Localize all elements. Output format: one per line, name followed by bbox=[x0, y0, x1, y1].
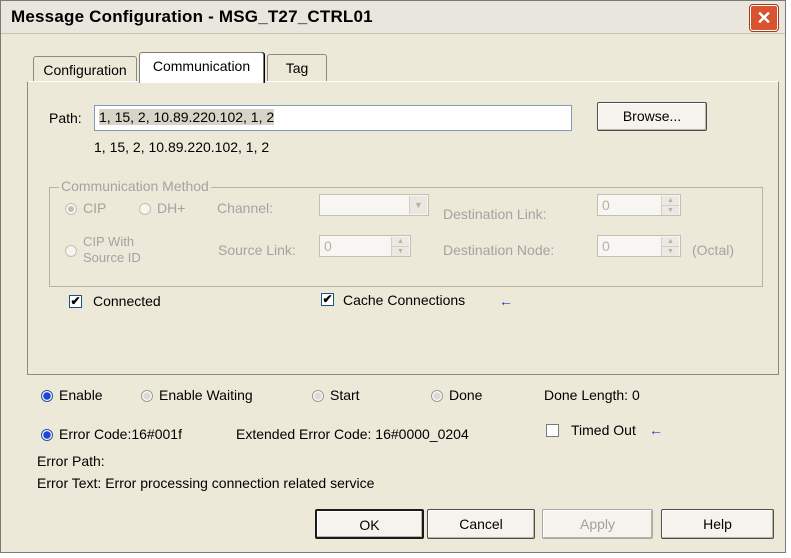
tab-label: Communication bbox=[152, 58, 251, 74]
cip-with-source-id-radio[interactable] bbox=[65, 245, 77, 257]
spin-up-icon[interactable]: ▲ bbox=[662, 196, 679, 206]
enable-waiting-status-indicator bbox=[141, 390, 153, 402]
dhplus-label: DH+ bbox=[157, 200, 186, 216]
arrow-left-icon: ← bbox=[499, 293, 513, 309]
connected-label: Connected bbox=[93, 293, 161, 309]
destination-link-label: Destination Link: bbox=[443, 206, 547, 222]
title-bar[interactable]: Message Configuration - MSG_T27_CTRL01 ✕ bbox=[1, 1, 785, 34]
path-label: Path: bbox=[49, 110, 82, 126]
destination-link-value: 0 bbox=[602, 197, 610, 213]
cip-radio[interactable] bbox=[65, 203, 77, 215]
cache-connections-label: Cache Connections bbox=[343, 292, 466, 308]
start-status-indicator bbox=[312, 390, 324, 402]
done-label: Done bbox=[449, 387, 483, 403]
close-button[interactable]: ✕ bbox=[750, 5, 778, 31]
cancel-button[interactable]: Cancel bbox=[427, 509, 535, 539]
connected-checkbox[interactable]: ✔ bbox=[69, 295, 82, 308]
spin-down-icon[interactable]: ▼ bbox=[662, 247, 679, 256]
cip-with-source-id-label-line1: CIP With bbox=[83, 234, 135, 249]
source-link-spinner[interactable]: 0 ▲ ▼ bbox=[319, 235, 411, 257]
error-code-text: Error Code:16#001f bbox=[59, 426, 182, 442]
destination-node-label: Destination Node: bbox=[443, 242, 555, 258]
tab-tag[interactable]: Tag bbox=[267, 54, 327, 81]
enable-waiting-label: Enable Waiting bbox=[159, 387, 253, 403]
tab-label: Configuration bbox=[43, 62, 127, 78]
error-code-status-indicator bbox=[41, 429, 53, 441]
chevron-down-icon: ▼ bbox=[409, 196, 427, 214]
source-link-label: Source Link: bbox=[218, 242, 296, 258]
cip-with-source-id-label-line2: Source ID bbox=[83, 250, 141, 265]
resolved-path-text: 1, 15, 2, 10.89.220.102, 1, 2 bbox=[94, 139, 270, 155]
arrow-left-icon: ← bbox=[649, 422, 663, 438]
source-link-value: 0 bbox=[324, 238, 332, 254]
enable-status-indicator bbox=[41, 390, 53, 402]
done-length-text: Done Length: 0 bbox=[544, 387, 640, 403]
octal-label: (Octal) bbox=[692, 242, 734, 258]
done-status-indicator bbox=[431, 390, 443, 402]
error-path-label: Error Path: bbox=[37, 453, 105, 469]
timed-out-label: Timed Out bbox=[571, 422, 636, 438]
tab-configuration[interactable]: Configuration bbox=[33, 56, 137, 83]
spin-up-icon[interactable]: ▲ bbox=[392, 237, 409, 247]
enable-label: Enable bbox=[59, 387, 103, 403]
dialog-window: Message Configuration - MSG_T27_CTRL01 ✕… bbox=[0, 0, 786, 553]
extended-error-code-text: Extended Error Code: 16#0000_0204 bbox=[236, 426, 469, 442]
destination-link-spinner[interactable]: 0 ▲ ▼ bbox=[597, 194, 681, 216]
browse-button[interactable]: Browse... bbox=[597, 102, 707, 131]
communication-method-legend: Communication Method bbox=[59, 178, 211, 194]
checkmark-icon: ✔ bbox=[70, 294, 81, 308]
channel-select[interactable]: ▼ bbox=[319, 194, 429, 216]
tab-communication[interactable]: Communication bbox=[139, 52, 264, 83]
ok-button[interactable]: OK bbox=[315, 509, 424, 539]
window-title: Message Configuration - MSG_T27_CTRL01 bbox=[11, 7, 373, 26]
spin-up-icon[interactable]: ▲ bbox=[662, 237, 679, 247]
error-text: Error Text: Error processing connection … bbox=[37, 475, 375, 491]
channel-label: Channel: bbox=[217, 200, 274, 216]
close-icon: ✕ bbox=[756, 8, 772, 28]
spin-down-icon[interactable]: ▼ bbox=[662, 206, 679, 215]
start-label: Start bbox=[330, 387, 360, 403]
tab-label: Tag bbox=[285, 60, 309, 76]
cache-connections-checkbox[interactable]: ✔ bbox=[321, 293, 334, 306]
path-input-value: 1, 15, 2, 10.89.220.102, 1, 2 bbox=[99, 109, 275, 125]
dhplus-radio[interactable] bbox=[139, 203, 151, 215]
destination-node-spinner[interactable]: 0 ▲ ▼ bbox=[597, 235, 681, 257]
cip-label: CIP bbox=[83, 200, 107, 216]
spin-down-icon[interactable]: ▼ bbox=[392, 247, 409, 256]
checkmark-icon: ✔ bbox=[322, 292, 333, 306]
path-input[interactable]: 1, 15, 2, 10.89.220.102, 1, 2 bbox=[94, 105, 572, 131]
apply-button[interactable]: Apply bbox=[542, 509, 653, 539]
help-button[interactable]: Help bbox=[661, 509, 774, 539]
destination-node-value: 0 bbox=[602, 238, 610, 254]
timed-out-checkbox bbox=[546, 424, 559, 437]
